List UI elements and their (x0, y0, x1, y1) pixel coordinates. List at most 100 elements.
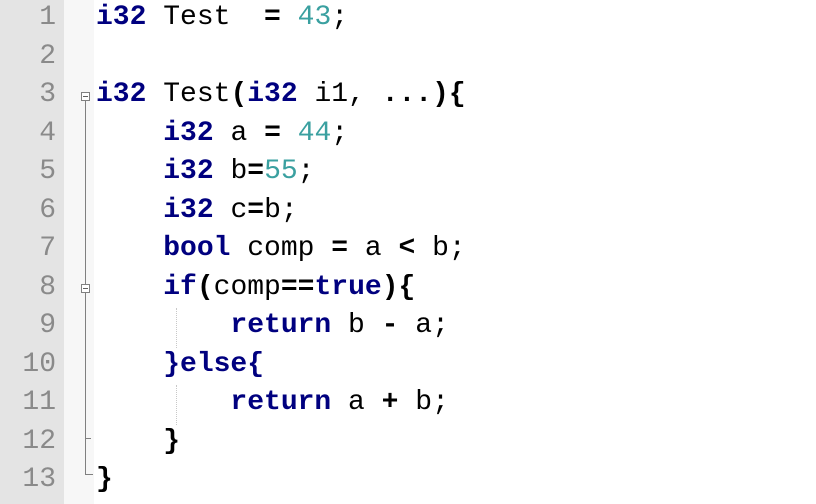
code-editor[interactable]: 1 i32 Test = 43; 2 3 i32 Test(i32 i1, ...){4… (0, 0, 816, 504)
code-line[interactable]: 4 i32 a = 44; (0, 115, 816, 154)
token-kw: i32 (163, 194, 214, 226)
code-line[interactable]: 11 return a + b; (0, 384, 816, 423)
code-line[interactable]: 1 i32 Test = 43; (0, 0, 816, 38)
line-code: if(comp==true){ (96, 269, 415, 308)
token-op: = (331, 233, 349, 264)
code-line[interactable]: 9 return b - a; (0, 307, 816, 346)
token-id (96, 272, 163, 303)
line-number: 13 (22, 464, 56, 495)
token-id: b; (415, 233, 466, 264)
token-id: a; (398, 310, 449, 341)
token-kw: return (230, 387, 332, 418)
line-number: 9 (39, 310, 56, 341)
token-op: < (398, 233, 416, 264)
indent-guide-else (176, 385, 177, 425)
token-id: ; (331, 2, 349, 33)
line-number: 10 (22, 348, 56, 380)
code-line[interactable]: 2 (0, 38, 816, 77)
line-number: 4 (39, 117, 56, 149)
token-op: - (381, 310, 399, 341)
line-code: i32 b=55; (96, 153, 314, 192)
token-id (281, 2, 298, 33)
fold-end-function (85, 474, 93, 475)
line-number: 3 (39, 79, 56, 110)
token-id (96, 118, 163, 149)
token-id: a (348, 233, 399, 264)
code-line[interactable]: 6 i32 c=b; (0, 192, 816, 231)
token-id (96, 387, 230, 418)
line-code: return a + b; (96, 384, 449, 423)
line-number: 7 (39, 233, 56, 264)
code-line[interactable]: 7 bool comp = a < b; (0, 230, 816, 269)
line-code: i32 a = 44; (96, 115, 348, 154)
token-op: = (264, 117, 281, 149)
token-id (96, 349, 163, 380)
token-id: c (213, 194, 248, 226)
token-op: = (264, 2, 281, 33)
line-code: i32 Test = 43; (96, 0, 348, 38)
line-number: 12 (22, 425, 56, 457)
token-id: ; (297, 156, 315, 187)
line-code: bool comp = a < b; (96, 230, 466, 269)
token-op: ( (230, 79, 248, 110)
line-number: 2 (39, 40, 56, 72)
token-id: Test (146, 79, 231, 110)
line-number: 5 (39, 156, 56, 187)
token-kw: bool (163, 233, 231, 264)
fold-end-if (85, 438, 91, 439)
token-op: ( (196, 271, 214, 303)
line-number: 11 (22, 387, 56, 418)
code-line[interactable]: 10 }else{ (0, 346, 816, 385)
token-kw: i32 (163, 156, 214, 187)
token-id: i1, (297, 79, 382, 110)
line-code: } (96, 461, 113, 500)
code-line[interactable]: 3 i32 Test(i32 i1, ...){ (0, 76, 816, 115)
token-kw: true (314, 271, 382, 303)
token-id: comp (213, 271, 281, 303)
token-id (281, 118, 298, 149)
token-op: } (163, 425, 181, 457)
token-kw: if (163, 271, 197, 303)
line-number: 6 (39, 194, 56, 226)
line-number: 8 (39, 271, 56, 303)
token-op: == (280, 271, 315, 303)
token-id: b (213, 156, 248, 187)
token-num: 44 (297, 117, 332, 149)
token-op: + (381, 387, 399, 418)
token-kw: return (230, 310, 332, 341)
token-kw: i32 (96, 79, 147, 110)
code-line[interactable]: 13} (0, 461, 816, 500)
token-op: = (247, 156, 265, 187)
token-id: ; (331, 117, 349, 149)
fold-toggle-line-3[interactable] (81, 92, 90, 101)
token-id: Test (146, 2, 265, 33)
token-kw: i32 (163, 117, 214, 149)
token-num: 43 (297, 2, 332, 33)
line-number: 1 (39, 2, 56, 33)
token-kw: i32 (247, 79, 298, 110)
token-op: ){ (432, 79, 466, 110)
line-code: i32 Test(i32 i1, ...){ (96, 76, 466, 115)
token-id: b (331, 310, 382, 341)
token-id: a (331, 387, 382, 418)
code-line[interactable]: 8 if(comp==true){ (0, 269, 816, 308)
code-line[interactable]: 5 i32 b=55; (0, 153, 816, 192)
token-op: ... (381, 79, 433, 110)
token-id (96, 426, 163, 457)
token-id: b; (398, 387, 449, 418)
token-num: 55 (264, 156, 298, 187)
token-kw: i32 (96, 2, 147, 33)
fold-toggle-line-8[interactable] (81, 284, 90, 293)
token-id: b; (264, 194, 298, 226)
token-op: ){ (381, 271, 416, 303)
token-op: = (247, 194, 265, 226)
line-code: } (96, 423, 180, 462)
token-id: a (213, 117, 265, 149)
token-id (96, 195, 163, 226)
line-code: return b - a; (96, 307, 449, 346)
token-id (96, 156, 163, 187)
token-kw: }else{ (163, 348, 265, 380)
line-code: i32 c=b; (96, 192, 298, 231)
code-line[interactable]: 12 } (0, 423, 816, 462)
line-code: }else{ (96, 346, 264, 385)
